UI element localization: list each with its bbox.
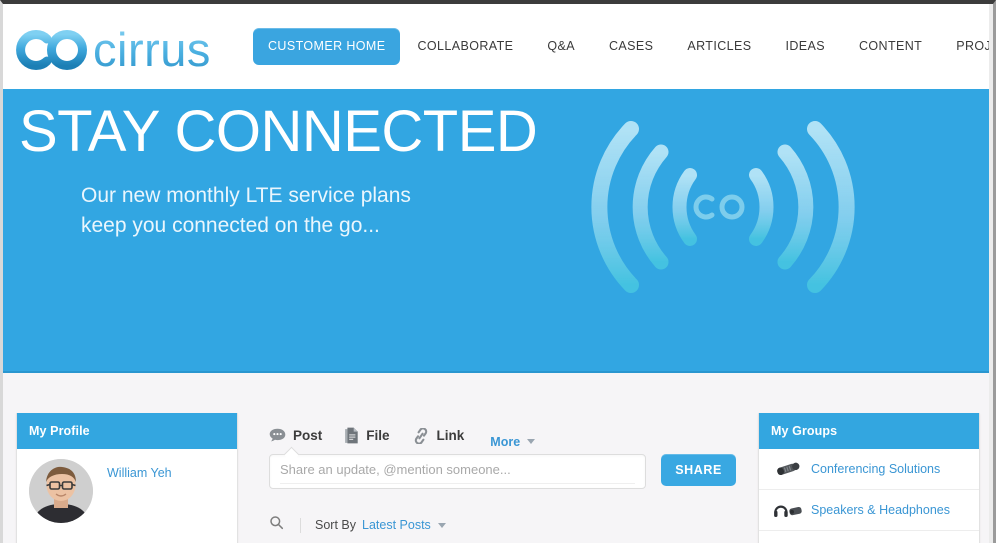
main-content: My Profile William Yeh Post File Link Mo… xyxy=(3,373,993,543)
cirrus-logo[interactable]: cirrus xyxy=(7,17,215,77)
nav-item-content[interactable]: CONTENT xyxy=(842,40,939,53)
chevron-down-icon xyxy=(527,439,536,444)
page-scrollbar[interactable] xyxy=(989,4,993,543)
hero-subtitle-line1: Our new monthly LTE service plans xyxy=(81,184,411,207)
nav-item-qa[interactable]: Q&A xyxy=(530,40,592,53)
conference-phone-icon xyxy=(769,460,807,478)
more-dropdown-label: More xyxy=(490,434,521,449)
nav-item-customer-home[interactable]: CUSTOMER HOME xyxy=(253,28,401,65)
hero-title: STAY CONNECTED xyxy=(19,99,538,164)
sort-by-value[interactable]: Latest Posts xyxy=(362,518,431,532)
my-groups-panel: My Groups Conferencing Solutions Speaker… xyxy=(758,413,980,543)
tab-file-label: File xyxy=(366,428,390,443)
nav-item-cases[interactable]: CASES xyxy=(592,40,670,53)
magnifier-icon[interactable] xyxy=(269,515,284,535)
compose-row: Share an update, @mention someone... SHA… xyxy=(269,446,736,489)
toolbar-divider xyxy=(300,517,301,533)
nav-item-articles[interactable]: ARTICLES xyxy=(670,40,768,53)
profile-user-name[interactable]: William Yeh xyxy=(107,466,172,480)
my-profile-body: William Yeh xyxy=(17,449,237,543)
my-profile-panel-title: My Profile xyxy=(17,413,237,449)
list-item[interactable]: Hotspot Services xyxy=(759,531,979,543)
headphones-speaker-icon xyxy=(769,501,807,519)
page-root: cirrus CUSTOMER HOME COLLABORATE Q&A CAS… xyxy=(3,4,993,543)
avatar[interactable] xyxy=(29,459,93,523)
sort-by-chevron-down-icon[interactable] xyxy=(437,522,446,528)
share-update-placeholder: Share an update, @mention someone... xyxy=(280,460,636,484)
nav-item-projects[interactable]: PROJECTS xyxy=(939,40,993,53)
tab-link-label: Link xyxy=(436,428,465,443)
share-button[interactable]: SHARE xyxy=(661,454,736,486)
share-update-input[interactable]: Share an update, @mention someone... xyxy=(269,446,647,489)
nav-item-collaborate[interactable]: COLLABORATE xyxy=(400,40,530,53)
nav-item-ideas[interactable]: IDEAS xyxy=(768,40,842,53)
browser-window: cirrus CUSTOMER HOME COLLABORATE Q&A CAS… xyxy=(0,0,996,543)
group-name[interactable]: Conferencing Solutions xyxy=(811,462,940,476)
hero-subtitle-line2: keep you connected on the go... xyxy=(81,214,380,237)
svg-text:cirrus: cirrus xyxy=(93,23,211,76)
center-column: Post File Link More Share an update, @me… xyxy=(238,413,758,535)
hero-banner: STAY CONNECTED Our new monthly LTE servi… xyxy=(3,89,993,373)
group-name[interactable]: Speakers & Headphones xyxy=(811,503,950,517)
feed-toolbar: Sort By Latest Posts xyxy=(269,515,736,535)
site-header: cirrus CUSTOMER HOME COLLABORATE Q&A CAS… xyxy=(3,4,993,89)
tab-post[interactable]: Post xyxy=(269,428,322,451)
link-chain-icon xyxy=(412,427,430,444)
wireless-signal-icon xyxy=(573,107,873,307)
sort-by-label: Sort By xyxy=(315,518,356,532)
tab-post-label: Post xyxy=(293,428,323,443)
left-column: My Profile William Yeh xyxy=(16,413,238,543)
list-item[interactable]: Conferencing Solutions xyxy=(759,449,979,490)
three-column-layout: My Profile William Yeh Post File Link Mo… xyxy=(3,413,993,543)
hero-subtitle: Our new monthly LTE service plans keep y… xyxy=(81,181,411,241)
my-profile-panel: My Profile William Yeh xyxy=(16,413,238,543)
right-column: My Groups Conferencing Solutions Speaker… xyxy=(758,413,980,543)
more-dropdown[interactable]: More xyxy=(490,434,536,449)
chat-bubble-icon xyxy=(269,428,286,443)
publisher-tabs: Post File Link More xyxy=(269,427,736,452)
tab-link[interactable]: Link xyxy=(412,427,465,452)
main-navigation: CUSTOMER HOME COLLABORATE Q&A CASES ARTI… xyxy=(253,28,993,65)
file-document-icon xyxy=(344,427,359,444)
tab-file[interactable]: File xyxy=(344,427,390,452)
list-item[interactable]: Speakers & Headphones xyxy=(759,490,979,531)
my-groups-panel-title: My Groups xyxy=(759,413,979,449)
